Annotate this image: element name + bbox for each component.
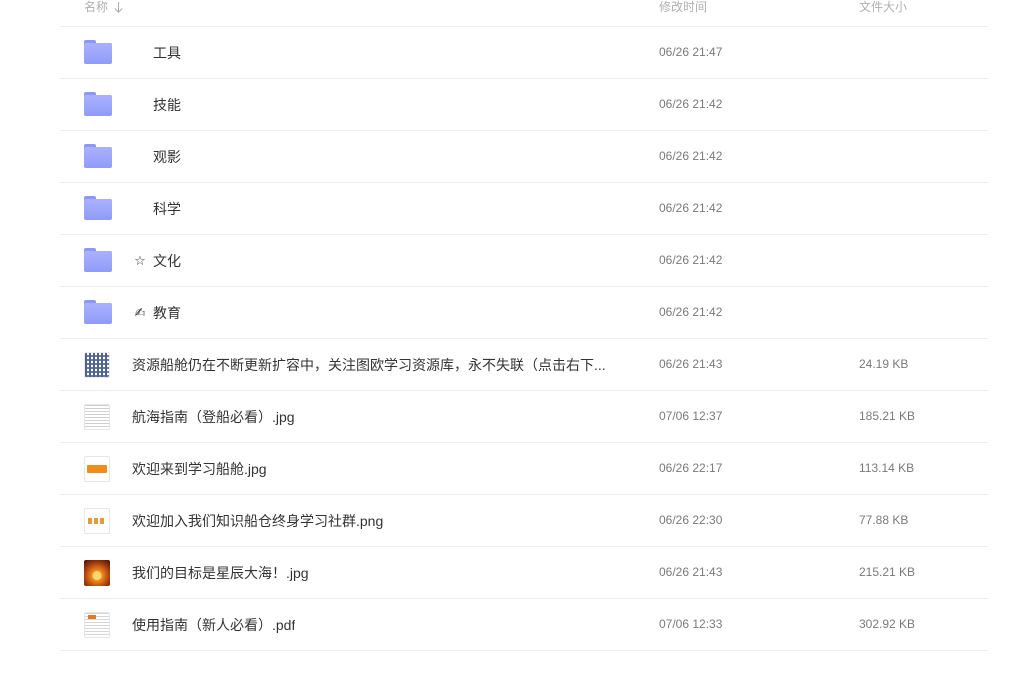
item-name-text: 教育 bbox=[153, 304, 181, 321]
folder-emoji-icon: ✍ bbox=[134, 304, 146, 320]
modified-time: 06/26 21:42 bbox=[659, 201, 723, 215]
folder-icon bbox=[84, 144, 112, 170]
file-row[interactable]: 我们的目标是星辰大海！.jpg 06/26 21:43 215.21 KB bbox=[60, 547, 988, 599]
folder-icon bbox=[84, 92, 112, 118]
orange-logo-thumbnail bbox=[84, 456, 112, 482]
modified-time: 07/06 12:33 bbox=[659, 617, 723, 631]
item-name-text: 观影 bbox=[153, 148, 181, 165]
item-name[interactable]: 使用指南（新人必看）.pdf bbox=[132, 599, 295, 650]
list-header: 名称 修改时间 文件大小 bbox=[60, 0, 988, 27]
item-name-text: 工具 bbox=[153, 44, 181, 61]
document-thumbnail bbox=[84, 404, 112, 430]
item-name[interactable]: 航海指南（登船必看）.jpg bbox=[132, 391, 295, 442]
item-name[interactable]: 技能 bbox=[132, 79, 181, 130]
pdf-thumbnail bbox=[84, 612, 112, 638]
item-name[interactable]: ✍ 教育 bbox=[132, 287, 181, 338]
modified-time: 06/26 22:30 bbox=[659, 513, 723, 527]
modified-time: 07/06 12:37 bbox=[659, 409, 723, 423]
item-name-text: 文化 bbox=[153, 252, 181, 269]
item-name-text: 航海指南（登船必看）.jpg bbox=[132, 408, 295, 425]
file-size: 302.92 KB bbox=[859, 617, 916, 631]
file-row[interactable]: 欢迎加入我们知识船仓终身学习社群.png 06/26 22:30 77.88 KB bbox=[60, 495, 988, 547]
folder-icon bbox=[84, 300, 112, 326]
item-name[interactable]: 观影 bbox=[132, 131, 181, 182]
folder-emoji-icon: ☆ bbox=[134, 252, 146, 268]
item-name-text: 科学 bbox=[153, 200, 181, 217]
item-name-text: 我们的目标是星辰大海！.jpg bbox=[132, 564, 309, 581]
file-size: 113.14 KB bbox=[859, 461, 915, 475]
item-name[interactable]: 欢迎来到学习船舱.jpg bbox=[132, 443, 267, 494]
name-column-label: 名称 bbox=[84, 0, 109, 14]
file-row[interactable]: 使用指南（新人必看）.pdf 07/06 12:33 302.92 KB bbox=[60, 599, 988, 651]
file-row[interactable]: 航海指南（登船必看）.jpg 07/06 12:37 185.21 KB bbox=[60, 391, 988, 443]
item-name[interactable]: 欢迎加入我们知识船仓终身学习社群.png bbox=[132, 495, 383, 546]
qr-code-thumbnail bbox=[84, 352, 112, 378]
folder-row[interactable]: 观影 06/26 21:42 bbox=[60, 131, 988, 183]
folder-row[interactable]: 技能 06/26 21:42 bbox=[60, 79, 988, 131]
file-row[interactable]: 资源船舱仍在不断更新扩容中，关注图欧学习资源库，永不失联（点击右下... 06/2… bbox=[60, 339, 988, 391]
item-name[interactable]: 资源船舱仍在不断更新扩容中，关注图欧学习资源库，永不失联（点击右下... bbox=[132, 339, 606, 390]
file-size: 185.21 KB bbox=[859, 409, 916, 423]
file-list: 名称 修改时间 文件大小 工具 06/26 21:47 技能 06/26 21:42 观… bbox=[60, 0, 988, 651]
item-name-text: 使用指南（新人必看）.pdf bbox=[132, 616, 296, 633]
file-size: 24.19 KB bbox=[859, 357, 909, 371]
item-name[interactable]: 我们的目标是星辰大海！.jpg bbox=[132, 547, 309, 598]
modified-time: 06/26 22:17 bbox=[659, 461, 723, 475]
item-name-text: 资源船舱仍在不断更新扩容中，关注图欧学习资源库，永不失联（点击右下... bbox=[132, 356, 606, 373]
modified-time: 06/26 21:42 bbox=[659, 305, 723, 319]
item-name-text: 欢迎加入我们知识船仓终身学习社群.png bbox=[132, 512, 384, 529]
sunset-thumbnail bbox=[84, 560, 112, 586]
folder-icon bbox=[84, 196, 112, 222]
sort-by-size-button[interactable]: 文件大小 bbox=[859, 0, 907, 14]
folder-icon bbox=[84, 248, 112, 274]
item-name[interactable]: 科学 bbox=[132, 183, 181, 234]
item-name[interactable]: 工具 bbox=[132, 27, 181, 78]
modified-time: 06/26 21:42 bbox=[659, 253, 723, 267]
sort-arrow-down-icon bbox=[114, 1, 123, 13]
file-row[interactable]: 欢迎来到学习船舱.jpg 06/26 22:17 113.14 KB bbox=[60, 443, 988, 495]
modified-time: 06/26 21:43 bbox=[659, 565, 723, 579]
folder-icon bbox=[84, 40, 112, 66]
sort-by-name-button[interactable]: 名称 bbox=[84, 0, 123, 14]
modified-time: 06/26 21:47 bbox=[659, 45, 723, 59]
text-logo-thumbnail bbox=[84, 508, 112, 534]
modified-time: 06/26 21:42 bbox=[659, 97, 723, 111]
item-name-text: 技能 bbox=[153, 96, 181, 113]
folder-row[interactable]: 科学 06/26 21:42 bbox=[60, 183, 988, 235]
folder-row[interactable]: ☆ 文化 06/26 21:42 bbox=[60, 235, 988, 287]
file-size: 77.88 KB bbox=[859, 513, 909, 527]
file-size: 215.21 KB bbox=[859, 565, 916, 579]
folder-row[interactable]: 工具 06/26 21:47 bbox=[60, 27, 988, 79]
item-name[interactable]: ☆ 文化 bbox=[132, 235, 181, 286]
item-name-text: 欢迎来到学习船舱.jpg bbox=[132, 460, 267, 477]
modified-time: 06/26 21:42 bbox=[659, 149, 723, 163]
modified-time: 06/26 21:43 bbox=[659, 357, 723, 371]
folder-row[interactable]: ✍ 教育 06/26 21:42 bbox=[60, 287, 988, 339]
sort-by-time-button[interactable]: 修改时间 bbox=[659, 0, 707, 14]
